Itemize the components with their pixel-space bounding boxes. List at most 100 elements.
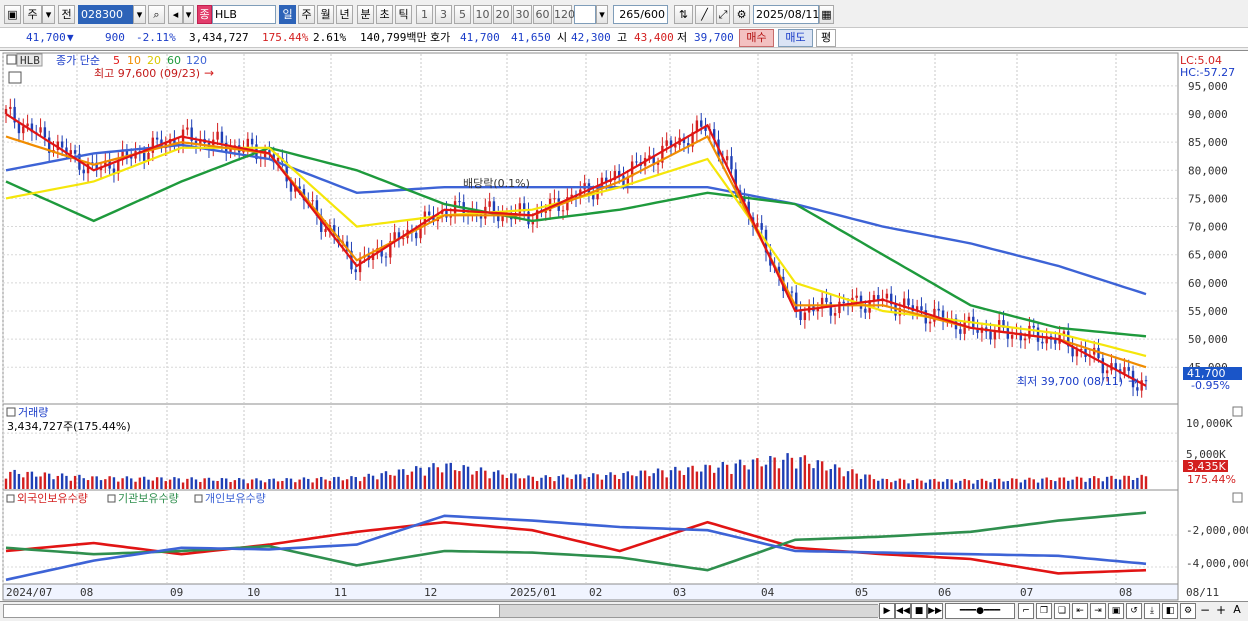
zoom-slider[interactable]: ━━━●━━━ <box>945 603 1015 619</box>
period-year[interactable]: 년 <box>336 5 353 24</box>
volume-bar <box>276 481 280 489</box>
volume-bar <box>324 479 327 489</box>
current-price: 41,700 <box>26 31 66 44</box>
interval-dropdown-icon[interactable]: ▾ <box>596 5 608 24</box>
zoom-in-icon[interactable]: + <box>1213 603 1229 619</box>
interval-30[interactable]: 30 <box>513 5 532 24</box>
candle-body <box>311 200 314 202</box>
x-tick-5: 12 <box>424 586 437 599</box>
duplicate-icon[interactable]: ❏ <box>1054 603 1070 619</box>
zoom-out-icon[interactable]: − <box>1197 603 1213 619</box>
volume-bar <box>298 479 301 489</box>
sell-button[interactable]: 매도 <box>778 29 813 47</box>
fast-forward-icon[interactable]: ▶▶ <box>927 603 943 619</box>
volume-bar <box>712 472 716 489</box>
settings-icon[interactable]: ⚙ <box>733 5 750 24</box>
speaker-icon[interactable]: ◂ <box>168 5 183 24</box>
volume-bar <box>695 471 699 489</box>
candle-body <box>354 269 357 273</box>
price-y-tick-7: 60,000 <box>1188 277 1228 290</box>
speaker-dropdown-icon[interactable]: ▾ <box>183 5 194 24</box>
search-icon[interactable]: ⌕ <box>148 5 165 24</box>
candle-body <box>73 150 77 154</box>
volume-bar <box>4 478 8 489</box>
volume-bar <box>920 480 923 489</box>
period-day[interactable]: 일 <box>279 5 296 24</box>
volume-bar <box>419 467 422 489</box>
volume-bar <box>173 477 176 489</box>
volume-bar <box>1140 474 1143 489</box>
ask-price: 41,700 <box>460 31 500 44</box>
volume-bar <box>328 480 332 489</box>
layout-icon[interactable]: ▣ <box>4 5 21 24</box>
market-select[interactable]: 주 <box>23 5 42 24</box>
x-tick-10: 05 <box>855 586 868 599</box>
calendar-icon[interactable]: ▦ <box>819 5 834 24</box>
horizontal-scrollbar[interactable] <box>3 604 879 618</box>
stock-name-field[interactable]: HLB <box>212 5 276 24</box>
restore-icon[interactable]: ↺ <box>1126 603 1142 619</box>
volume-bar <box>393 475 396 489</box>
volume-bar <box>907 483 910 489</box>
candle-body <box>833 313 837 316</box>
volume-bar <box>816 460 820 489</box>
candle-body <box>142 152 146 161</box>
scroll-right-icon[interactable]: ▶ <box>879 603 895 619</box>
split-icon[interactable]: ⇥ <box>1090 603 1106 619</box>
code-dropdown-icon[interactable]: ▾ <box>133 5 146 24</box>
range-input[interactable]: 265/600 <box>613 5 668 24</box>
volume-bar <box>769 455 772 489</box>
market-dropdown-icon[interactable]: ▾ <box>42 5 55 24</box>
period-month[interactable]: 월 <box>317 5 334 24</box>
interval-5[interactable]: 5 <box>454 5 471 24</box>
table-icon[interactable] <box>8 71 22 84</box>
align-icon[interactable]: ⇤ <box>1072 603 1088 619</box>
period-tick[interactable]: 틱 <box>395 5 412 24</box>
volume-bar <box>872 479 876 489</box>
volume-bar <box>941 481 945 489</box>
volume-close-icon[interactable] <box>1232 406 1243 417</box>
interval-20[interactable]: 20 <box>493 5 512 24</box>
interval-60[interactable]: 60 <box>533 5 552 24</box>
holdings-close-icon[interactable] <box>1232 492 1243 503</box>
chart-tool-icon[interactable]: ⇅ <box>674 5 693 24</box>
scrollbar-thumb[interactable] <box>499 605 879 617</box>
interval-1[interactable]: 1 <box>416 5 433 24</box>
crosshair-icon[interactable]: ⌐ <box>1018 603 1034 619</box>
interval-120[interactable]: 120 <box>553 5 575 24</box>
volume-bar <box>725 464 729 489</box>
volume-bar <box>764 464 768 489</box>
interval-custom-input[interactable] <box>574 5 596 24</box>
volume-bar <box>959 480 962 489</box>
date-input[interactable]: 2025/08/11 <box>753 5 819 24</box>
save-icon[interactable]: ▣ <box>1108 603 1124 619</box>
candle-body <box>993 331 997 340</box>
text-size-icon[interactable]: A <box>1229 603 1245 619</box>
period-week[interactable]: 주 <box>298 5 315 24</box>
current-pct-tag: -0.95% <box>1191 379 1230 392</box>
window-icon[interactable]: ◧ <box>1162 603 1178 619</box>
buy-button[interactable]: 매수 <box>739 29 774 47</box>
period-minute[interactable]: 분 <box>357 5 374 24</box>
chart-area[interactable]: 95,000 90,000 85,000 80,000 75,000 70,000 65,0… <box>0 50 1248 602</box>
volume-bar <box>859 478 863 489</box>
prev-button[interactable]: 전 <box>58 5 75 24</box>
export-icon[interactable]: ⤓ <box>1144 603 1160 619</box>
eval-button[interactable]: 평 <box>816 29 836 47</box>
volume-bar <box>497 470 500 489</box>
period-second[interactable]: 초 <box>376 5 393 24</box>
candle-body <box>527 211 530 225</box>
trade-amount: 140,799백만 <box>360 31 427 44</box>
volume-bar <box>643 470 647 489</box>
volume-bar <box>475 471 478 489</box>
fullscreen-icon[interactable]: ⤢ <box>716 5 730 24</box>
rewind-icon[interactable]: ◀◀ <box>895 603 911 619</box>
settings-gear-icon[interactable]: ⚙ <box>1180 603 1196 619</box>
interval-10[interactable]: 10 <box>473 5 492 24</box>
draw-tool-icon[interactable]: ╱ <box>695 5 714 24</box>
interval-3[interactable]: 3 <box>435 5 452 24</box>
copy-icon[interactable]: ❐ <box>1036 603 1052 619</box>
stock-code-input[interactable]: 028300 <box>78 5 133 24</box>
stop-icon[interactable]: ■ <box>911 603 927 619</box>
volume-bar <box>350 476 353 489</box>
